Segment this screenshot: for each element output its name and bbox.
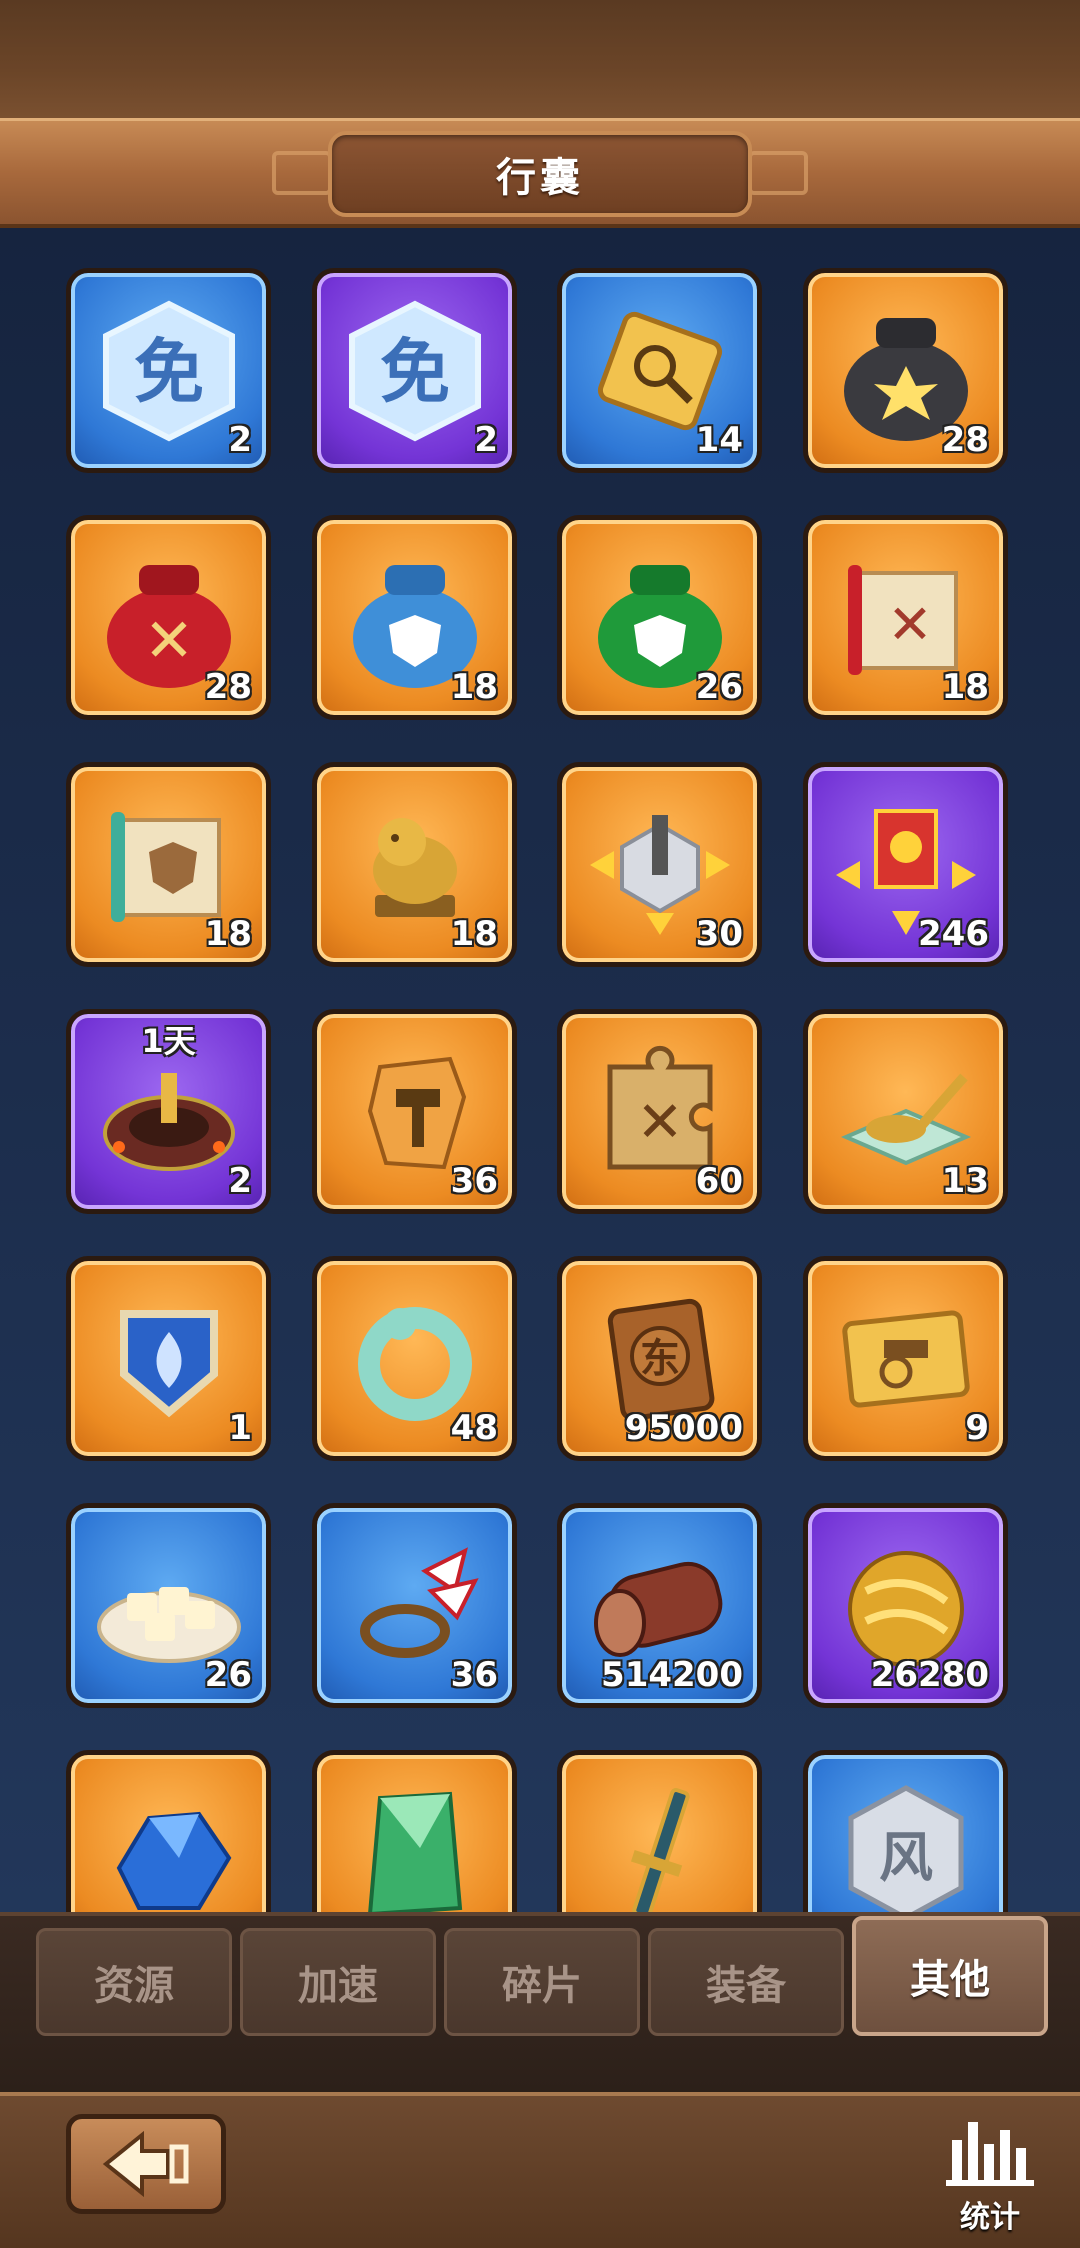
- inventory-slot[interactable]: 28: [803, 268, 1008, 473]
- inventory-slot[interactable]: 风: [803, 1750, 1008, 1912]
- item-count: 26: [695, 667, 743, 707]
- silver-plaque-icon: 风: [808, 1755, 1003, 1912]
- item-count: 36: [450, 1655, 498, 1695]
- item-count: 28: [941, 420, 989, 460]
- item-timer: 1天: [141, 1022, 196, 1060]
- tab-1[interactable]: 加速: [240, 1928, 436, 2036]
- item-count: 13: [941, 1161, 989, 1201]
- item-count: 14: [695, 420, 743, 460]
- item-count: 28: [204, 667, 252, 707]
- inventory-slot[interactable]: 246: [803, 762, 1008, 967]
- inventory-slot[interactable]: 30: [557, 762, 762, 967]
- blue-crystal-icon: [71, 1755, 266, 1912]
- inventory-slot[interactable]: 48: [312, 1256, 517, 1461]
- inventory-slot[interactable]: 18: [312, 762, 517, 967]
- svg-text:风: 风: [879, 1826, 933, 1889]
- ornate-sword-icon: [562, 1755, 757, 1912]
- tab-3[interactable]: 装备: [648, 1928, 844, 2036]
- item-count: 246: [918, 914, 989, 954]
- inventory-slot[interactable]: 18: [66, 762, 271, 967]
- item-count: 514200: [601, 1655, 743, 1695]
- inventory-slot[interactable]: 26280: [803, 1503, 1008, 1708]
- page-title: 行囊: [496, 155, 584, 201]
- svg-text:免: 免: [134, 331, 204, 413]
- item-count: 18: [450, 667, 498, 707]
- item-count: 18: [204, 914, 252, 954]
- top-frame: [0, 0, 1080, 118]
- inventory-slot[interactable]: 18: [312, 515, 517, 720]
- inventory-slot[interactable]: 26: [66, 1503, 271, 1708]
- svg-text:免: 免: [380, 331, 450, 413]
- inventory-slot[interactable]: [66, 1750, 271, 1912]
- left-ornament: [272, 151, 332, 195]
- item-count: 18: [450, 914, 498, 954]
- item-count: 36: [450, 1161, 498, 1201]
- inventory-slot[interactable]: 免2: [312, 268, 517, 473]
- item-count: 2: [228, 1161, 252, 1201]
- inventory-slot[interactable]: 36: [312, 1009, 517, 1214]
- item-count: 26: [204, 1655, 252, 1695]
- inventory-slot[interactable]: 36: [312, 1503, 517, 1708]
- item-count: 95000: [624, 1408, 743, 1448]
- inventory-slot[interactable]: 免2: [66, 268, 271, 473]
- inventory-slot[interactable]: 9: [803, 1256, 1008, 1461]
- inventory-slot[interactable]: ✕ 18: [803, 515, 1008, 720]
- svg-text:✕: ✕: [143, 606, 193, 676]
- right-ornament: [748, 151, 808, 195]
- inventory-slot[interactable]: 13: [803, 1009, 1008, 1214]
- inventory-grid: 免 2 免 2 14 28 ✕ 28 18 26 ✕ 18 18 18 30 246 1天 2 36 ✕ 60 13 1 48…: [0, 228, 1080, 1912]
- item-count: 30: [695, 914, 743, 954]
- svg-text:✕: ✕: [887, 593, 932, 656]
- item-count: 9: [965, 1408, 989, 1448]
- statistics-button[interactable]: 统计: [940, 2114, 1040, 2235]
- inventory-slot[interactable]: 514200: [557, 1503, 762, 1708]
- inventory-slot[interactable]: 1天 2: [66, 1009, 271, 1214]
- title-plate: 行囊: [328, 131, 752, 217]
- inventory-slot[interactable]: ✕ 60: [557, 1009, 762, 1214]
- back-arrow-icon: [102, 2130, 189, 2198]
- inventory-slot[interactable]: [312, 1750, 517, 1912]
- item-count: 60: [695, 1161, 743, 1201]
- item-count: 2: [228, 420, 252, 460]
- inventory-slot[interactable]: [557, 1750, 762, 1912]
- item-count: 18: [941, 667, 989, 707]
- svg-text:东: 东: [640, 1336, 680, 1382]
- bottom-bar: 统计: [0, 2092, 1080, 2248]
- green-crystal-icon: [317, 1755, 512, 1912]
- item-count: 1: [228, 1408, 252, 1448]
- svg-text:✕: ✕: [636, 1090, 683, 1155]
- inventory-slot[interactable]: 1: [66, 1256, 271, 1461]
- tab-0[interactable]: 资源: [36, 1928, 232, 2036]
- statistics-label: 统计: [960, 2200, 1020, 2235]
- inventory-slot[interactable]: 14: [557, 268, 762, 473]
- item-count: 2: [474, 420, 498, 460]
- inventory-slot[interactable]: 东 95000: [557, 1256, 762, 1461]
- item-count: 48: [450, 1408, 498, 1448]
- tab-2[interactable]: 碎片: [444, 1928, 640, 2036]
- tab-4[interactable]: 其他: [852, 1916, 1048, 2036]
- back-button[interactable]: [66, 2114, 226, 2214]
- inventory-slot[interactable]: ✕ 28: [66, 515, 271, 720]
- title-bar: 行囊: [0, 118, 1080, 228]
- category-tab-bar: 资源 加速 碎片 装备 其他: [0, 1912, 1080, 2092]
- bar-stats-icon: [946, 2122, 1034, 2186]
- inventory-slot[interactable]: 26: [557, 515, 762, 720]
- item-count: 26280: [870, 1655, 989, 1695]
